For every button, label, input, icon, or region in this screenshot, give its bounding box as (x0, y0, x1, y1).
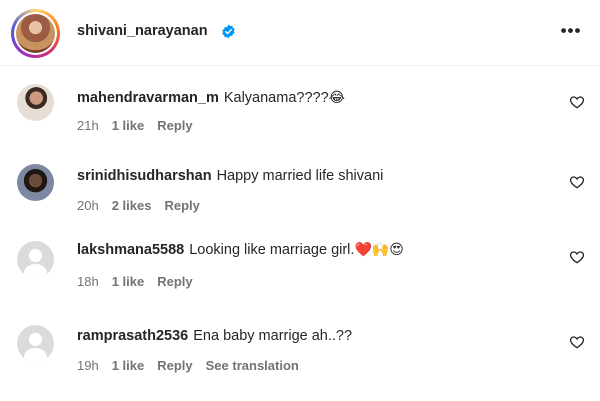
avatar-border (14, 12, 57, 55)
more-options-icon[interactable]: ••• (558, 20, 584, 44)
comment-likes[interactable]: 2 likes (112, 198, 152, 213)
post-header: shivani_narayanan ••• (0, 0, 600, 66)
comment-username[interactable]: mahendravarman_m (77, 90, 219, 106)
comment-body: mahendravarman_m Kalyanama????😂 (77, 90, 345, 106)
comment-item: mahendravarman_m Kalyanama????😂 21h 1 like… (0, 80, 600, 158)
avatar-head-shape (29, 333, 42, 346)
reply-button[interactable]: Reply (157, 358, 192, 373)
comment-username[interactable]: srinidhisudharshan (77, 168, 212, 184)
heart-icon[interactable] (569, 94, 585, 110)
comment-likes[interactable]: 1 like (112, 274, 145, 289)
comment-time[interactable]: 20h (77, 198, 99, 213)
see-translation-button[interactable]: See translation (206, 358, 299, 373)
comment-username[interactable]: lakshmana5588 (77, 242, 184, 258)
heart-icon[interactable] (569, 249, 585, 265)
comment-meta: 20h 2 likes Reply (77, 198, 213, 213)
comment-emoji: ❤️🙌😍 (354, 242, 404, 258)
reply-button[interactable]: Reply (157, 118, 192, 133)
comment-meta: 19h 1 like Reply See translation (77, 358, 312, 373)
verified-badge-icon (222, 24, 235, 39)
reply-button[interactable]: Reply (157, 274, 192, 289)
comment-item: ramprasath2536 Ena baby marrige ah..?? 19… (0, 322, 600, 400)
comment-time[interactable]: 19h (77, 358, 99, 373)
comment-likes[interactable]: 1 like (112, 358, 145, 373)
comment-body: lakshmana5588 Looking like marriage girl.… (77, 242, 404, 258)
comment-body: srinidhisudharshan Happy married life shi… (77, 168, 383, 184)
comment-text: Kalyanama???? (223, 90, 329, 106)
avatar-head-shape (29, 249, 42, 262)
heart-icon[interactable] (569, 334, 585, 350)
comment-emoji: 😂 (328, 90, 346, 106)
comment-username[interactable]: ramprasath2536 (77, 328, 188, 344)
comment-item: srinidhisudharshan Happy married life shi… (0, 160, 600, 238)
comment-likes[interactable]: 1 like (112, 118, 145, 133)
heart-icon[interactable] (569, 174, 585, 190)
comment-item: lakshmana5588 Looking like marriage girl.… (0, 238, 600, 316)
default-avatar[interactable] (17, 325, 54, 362)
comment-text: Looking like marriage girl. (189, 242, 355, 258)
comment-body: ramprasath2536 Ena baby marrige ah..?? (77, 328, 352, 344)
avatar-body-shape (24, 348, 47, 362)
avatar[interactable] (17, 164, 54, 201)
avatar[interactable] (17, 84, 54, 121)
reply-button[interactable]: Reply (164, 198, 199, 213)
comment-text: Happy married life shivani (216, 168, 384, 184)
comment-meta: 18h 1 like Reply (77, 274, 206, 289)
post-author-username[interactable]: shivani_narayanan (77, 23, 208, 39)
comment-time[interactable]: 18h (77, 274, 99, 289)
comment-meta: 21h 1 like Reply (77, 118, 206, 133)
comment-text: Ena baby marrige ah..?? (193, 328, 353, 344)
avatar (16, 14, 55, 53)
story-ring-avatar[interactable] (11, 9, 60, 58)
comment-time[interactable]: 21h (77, 118, 99, 133)
avatar-body-shape (24, 264, 47, 278)
default-avatar[interactable] (17, 241, 54, 278)
